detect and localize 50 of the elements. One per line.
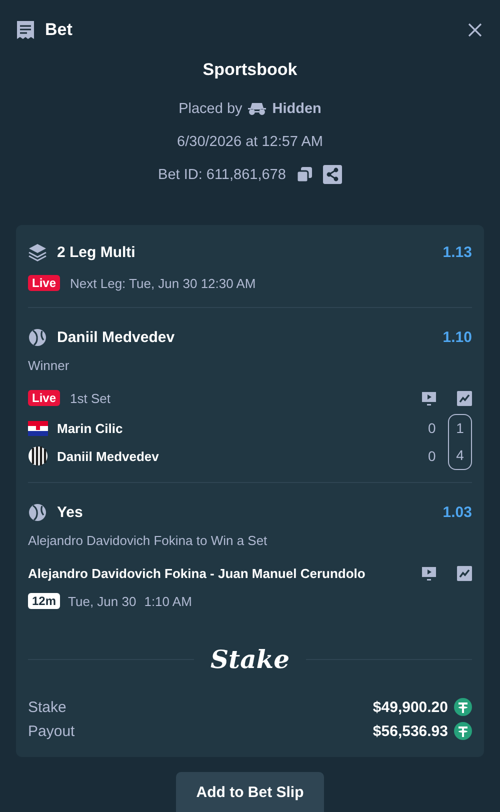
total-label: Payout xyxy=(28,722,75,740)
close-icon[interactable] xyxy=(468,23,482,37)
share-icon[interactable] xyxy=(322,165,342,184)
match-status: 1st Set xyxy=(70,390,110,406)
layers-icon xyxy=(28,242,47,262)
bet-type: 2 Leg Multi xyxy=(57,244,136,260)
add-to-bet-slip-button[interactable]: Add to Bet Slip xyxy=(176,772,324,812)
tv-icon[interactable] xyxy=(421,390,437,406)
selection-name: Daniil Medvedev xyxy=(57,328,175,346)
live-badge: Live xyxy=(28,390,60,406)
copy-icon[interactable] xyxy=(296,166,313,183)
incognito-icon xyxy=(248,102,266,116)
book-title: Sportsbook xyxy=(202,60,298,81)
market-name: Alejandro Davidovich Fokina to Win a Set xyxy=(28,532,268,548)
placed-by-label: Placed by xyxy=(178,100,242,116)
flag-icon xyxy=(28,420,48,436)
set-score: 1 xyxy=(456,419,464,438)
tether-coin-icon xyxy=(454,722,472,740)
brand-logo: Stake xyxy=(210,644,290,674)
event-date: Tue, Jun 30 xyxy=(68,594,136,608)
market-name: Winner xyxy=(28,358,70,372)
game-score: 0 xyxy=(428,419,437,438)
bet-id: Bet ID: 611,861,678 xyxy=(158,166,286,182)
event-name[interactable]: Alejandro Davidovich Fokina - Juan Manuel Cerundolo xyxy=(28,566,366,580)
game-score: 0 xyxy=(428,447,437,466)
chart-icon[interactable] xyxy=(457,566,472,580)
odds: 1.10 xyxy=(442,328,472,346)
total-label: Stake xyxy=(28,698,66,716)
tennis-ball-icon xyxy=(28,328,47,346)
total-odds: 1.13 xyxy=(442,244,472,260)
dialog-title: Bet xyxy=(45,20,72,40)
striped-avatar-icon xyxy=(28,446,48,466)
live-badge: Live xyxy=(28,275,60,291)
odds: 1.03 xyxy=(442,504,472,520)
selection-name: Yes xyxy=(57,504,83,520)
tennis-ball-icon xyxy=(28,502,47,522)
total-amount: $56,536.93 xyxy=(372,722,448,740)
total-amount: $49,900.20 xyxy=(372,698,448,716)
player-name: Daniil Medvedev xyxy=(57,448,159,464)
set-score: 4 xyxy=(456,446,464,465)
next-leg-time: Next Leg: Tue, Jun 30 12:30 AM xyxy=(70,276,256,290)
chart-icon[interactable] xyxy=(457,390,472,406)
receipt-icon xyxy=(16,20,35,40)
player-name: Marin Cilic xyxy=(57,420,123,436)
tv-icon[interactable] xyxy=(421,566,437,580)
event-time: 1:10 AM xyxy=(144,594,192,608)
countdown-badge: 12m xyxy=(28,593,60,609)
user-name: Hidden xyxy=(272,100,322,116)
placed-date: 6/30/2026 at 12:57 AM xyxy=(177,134,323,150)
tether-coin-icon xyxy=(454,698,472,716)
